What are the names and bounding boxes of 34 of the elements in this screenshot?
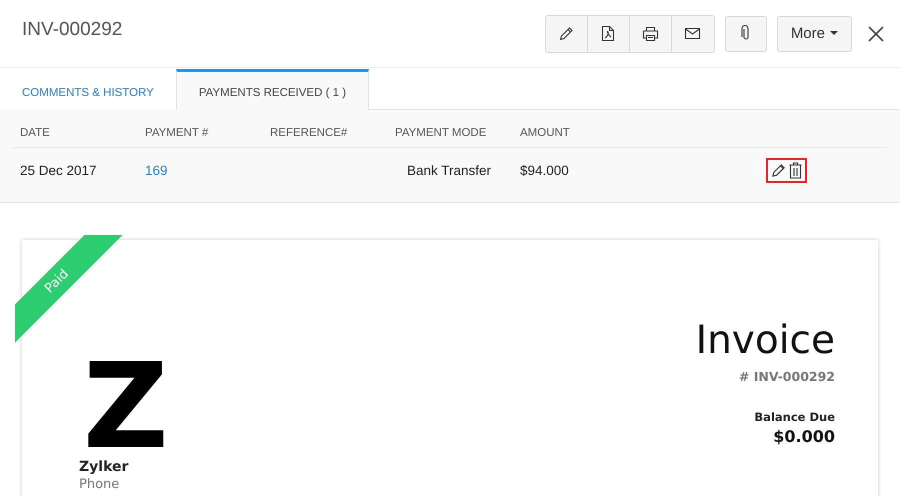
invoice-title: INV-000292 bbox=[22, 18, 124, 40]
delete-button[interactable] bbox=[789, 162, 802, 178]
payment-mode-cell-text: Bank Transfer bbox=[406, 162, 492, 178]
print-button[interactable] bbox=[630, 16, 672, 52]
company-logo: Z bbox=[83, 360, 169, 450]
envelope-icon bbox=[684, 27, 702, 40]
column-header: PAYMENT MODE bbox=[395, 126, 486, 138]
amount-cell: $94.000 bbox=[520, 162, 569, 178]
tab[interactable]: PAYMENTS RECEIVED ( 1 ) bbox=[176, 69, 370, 110]
pdf-file-icon bbox=[601, 25, 616, 42]
edit-button[interactable] bbox=[771, 162, 786, 178]
column-header: REFERENCE# bbox=[270, 126, 348, 138]
column-header: PAYMENT # bbox=[145, 126, 208, 138]
pencil-icon bbox=[558, 26, 574, 42]
paperclip-icon bbox=[740, 25, 751, 42]
invoice-number: # INV-000292 bbox=[738, 369, 835, 384]
pdf-button[interactable] bbox=[588, 16, 630, 52]
document-title: Invoice bbox=[696, 318, 835, 364]
column-header: AMOUNT bbox=[520, 126, 570, 138]
attach-button[interactable] bbox=[724, 16, 767, 52]
pencil-icon bbox=[771, 162, 786, 178]
date-cell: 25 Dec 2017 bbox=[20, 162, 97, 178]
close-icon bbox=[868, 26, 884, 42]
column-header: DATE bbox=[20, 126, 50, 138]
more-button[interactable]: More bbox=[776, 16, 852, 52]
phone-label: Phone bbox=[79, 477, 120, 492]
payment-number-link[interactable]: 169 bbox=[145, 162, 168, 178]
printer-icon bbox=[642, 26, 659, 42]
company-name: Zylker bbox=[79, 459, 130, 475]
trash-icon bbox=[789, 162, 802, 178]
caret-icon bbox=[830, 31, 838, 36]
balance-due-label: Balance Due bbox=[754, 410, 835, 424]
email-button[interactable] bbox=[672, 16, 714, 52]
balance-due-amount: $0.000 bbox=[773, 427, 835, 446]
